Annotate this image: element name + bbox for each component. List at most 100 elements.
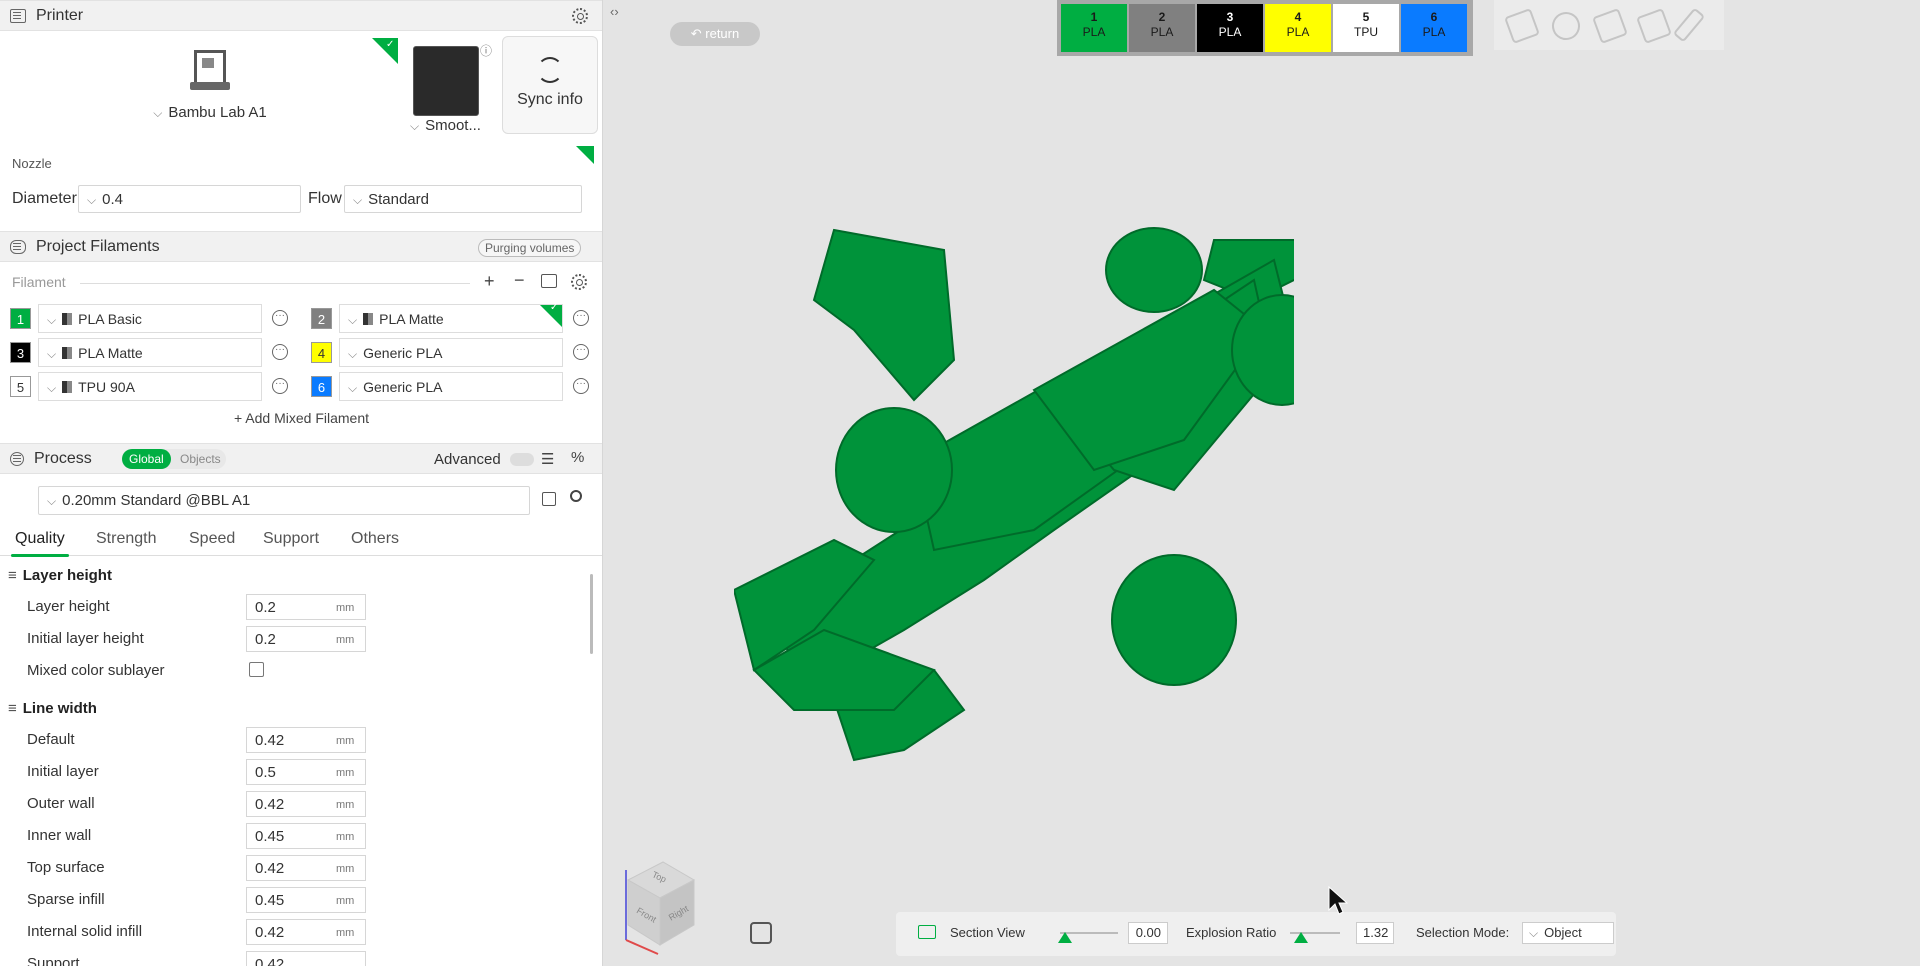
filament-more-icon[interactable]: ··· [573,344,589,360]
return-button[interactable]: ↶ return [670,22,760,46]
filament-swatch-5[interactable]: 5 TPU [1333,4,1399,52]
param-label-internal-solid-infill: Internal solid infill [27,923,143,940]
tab-speed[interactable]: Speed [189,530,235,548]
rotate-tool-icon[interactable] [1548,8,1584,44]
filament-swatch-3[interactable]: 3 PLA [1197,4,1263,52]
explosion-ratio-slider-thumb[interactable] [1294,932,1308,943]
purging-volumes-button[interactable]: Purging volumes [478,239,582,257]
filament-synced-check-icon [540,302,562,327]
process-profile-select[interactable]: 0.20mm Standard @BBL A1 [38,486,530,515]
filament-more-icon[interactable]: ··· [573,310,589,326]
lay-on-face-tool-icon[interactable] [1592,8,1628,44]
filament-select[interactable]: PLA Basic [38,304,262,333]
objects-tab[interactable]: Objects [176,449,225,469]
filament-more-icon[interactable]: ··· [272,378,288,394]
swatch-type: PLA [1218,25,1242,39]
mixed-color-sublayer-checkbox[interactable] [249,662,264,677]
selection-mode-label: Selection Mode: [1416,925,1510,940]
build-plate-image[interactable] [413,46,479,116]
filament-more-icon[interactable]: ··· [272,310,288,326]
plate-info-icon[interactable]: ⓘ [480,42,492,59]
param-label-support: Support [27,955,80,966]
diameter-select[interactable]: 0.4 [78,185,301,213]
list-view-icon[interactable]: ☰ [541,450,554,468]
filament-swatch-1[interactable]: 1 PLA [1061,4,1127,52]
measure-tool-icon[interactable] [1672,7,1706,43]
gizmo-toolbar [1494,0,1724,50]
process-tabs: Quality Strength Speed Support Others [0,526,602,557]
filament-select[interactable]: PLA Matte [38,338,262,367]
filament-swatch-4[interactable]: 4 PLA [1265,4,1331,52]
swatch-number: 1 [1090,10,1098,24]
nozzle-label: Nozzle [12,156,52,171]
printer-selector[interactable]: Bambu Lab A1 [140,48,280,121]
bambu-brand-icon [62,381,73,393]
param-input-support[interactable]: 0.42 [246,951,366,966]
move-tool-icon[interactable] [1504,8,1540,44]
filament-color-swatch[interactable]: 6 [311,376,332,397]
explosion-ratio-label: Explosion Ratio [1186,925,1277,940]
flow-select[interactable]: Standard [344,185,582,213]
sync-info-button[interactable]: Sync info [502,36,598,134]
filament-name: TPU 90A [78,379,135,395]
unit-mm: mm [336,735,355,747]
tab-quality[interactable]: Quality [11,530,69,557]
tab-support[interactable]: Support [263,530,319,548]
param-label-default: Default [27,731,75,748]
advanced-toggle[interactable] [510,453,534,466]
param-label-top-surface: Top surface [27,859,105,876]
fit-view-icon[interactable] [750,922,772,944]
global-tab[interactable]: Global [122,449,171,469]
percent-compare-icon[interactable]: % [571,449,584,466]
add-filament-icon[interactable]: + [484,271,495,292]
filament-color-swatch[interactable]: 3 [10,342,31,363]
filament-swatch-6[interactable]: 6 PLA [1401,4,1467,52]
build-plate-label[interactable]: Smoot... [410,117,481,134]
process-section-header: Process Global Objects Advanced ☰ % [0,443,602,474]
unit-mm: mm [336,767,355,779]
filament-select[interactable]: Generic PLA [339,372,563,401]
add-mixed-filament-button[interactable]: + Add Mixed Filament [0,410,602,426]
section-view-value[interactable]: 0.00 [1128,922,1168,944]
filament-select[interactable]: Generic PLA [339,338,563,367]
swatch-number: 2 [1158,10,1166,24]
filament-color-swatch[interactable]: 1 [10,308,31,329]
tab-others[interactable]: Others [351,530,399,548]
3d-viewport[interactable]: ‹› ↶ return 1 PLA 2 PLA 3 PLA 4 PLA 5 TPU 6 PLA [604,0,1920,966]
unit-mm: mm [336,927,355,939]
filament-color-swatch[interactable]: 4 [311,342,332,363]
section-view-label: Section View [950,925,1025,940]
cut-tool-icon[interactable] [1636,8,1672,44]
remove-filament-icon[interactable]: − [514,270,525,291]
filament-sync-icon[interactable] [541,274,557,288]
process-scrollbar[interactable] [590,574,593,654]
swatch-type: TPU [1354,25,1378,39]
f1-car-model[interactable] [734,110,1294,790]
filament-color-swatch[interactable]: 2 [311,308,332,329]
filament-name: Generic PLA [363,345,443,361]
sync-info-label: Sync info [517,91,583,108]
search-icon[interactable] [570,490,582,502]
save-profile-icon[interactable] [542,492,556,506]
sync-icon [537,57,563,83]
global-objects-toggle[interactable]: Global Objects [122,449,226,469]
unit-mm: mm [336,799,355,811]
diameter-label: Diameter [12,190,77,207]
filament-select[interactable]: TPU 90A [38,372,262,401]
filament-more-icon[interactable]: ··· [573,378,589,394]
printer-settings-gear-icon[interactable] [572,8,588,24]
filament-select[interactable]: PLA Matte [339,304,563,333]
tab-strength[interactable]: Strength [96,530,156,548]
view-cube[interactable]: Top Front Right [618,850,698,960]
section-view-slider-thumb[interactable] [1058,932,1072,943]
filament-section-icon [10,239,26,254]
selection-mode-select[interactable]: Object [1522,922,1614,944]
param-label-layer-height: Layer height [27,598,110,615]
collapse-sidebar-icon[interactable]: ‹› [610,4,619,19]
add-mixed-plus-icon: + [233,410,246,426]
filament-more-icon[interactable]: ··· [272,344,288,360]
filament-settings-gear-icon[interactable] [571,274,587,290]
explosion-ratio-value[interactable]: 1.32 [1356,922,1394,944]
filament-color-swatch[interactable]: 5 [10,376,31,397]
filament-swatch-2[interactable]: 2 PLA [1129,4,1195,52]
